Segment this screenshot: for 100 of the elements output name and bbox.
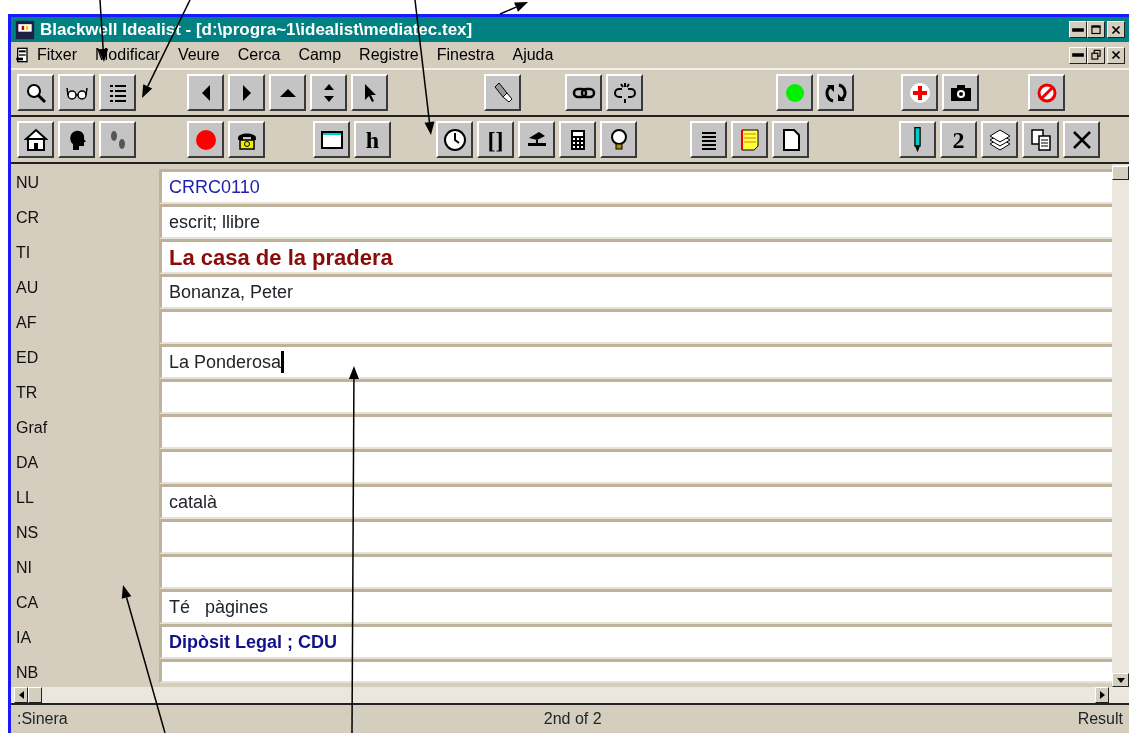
toolbar-button[interactable] bbox=[899, 121, 936, 158]
toolbar-button[interactable]: h bbox=[354, 121, 391, 158]
toolbar-button[interactable] bbox=[17, 74, 54, 111]
toolbar-button[interactable] bbox=[313, 121, 350, 158]
up-arrow-icon bbox=[279, 88, 296, 97]
toolbar-button[interactable]: 2 bbox=[940, 121, 977, 158]
field-input[interactable] bbox=[159, 659, 1112, 683]
close-button[interactable] bbox=[1107, 46, 1125, 64]
pen-icon bbox=[914, 126, 921, 153]
menu-item[interactable]: Veure bbox=[177, 43, 220, 67]
toolbar-button[interactable] bbox=[187, 74, 224, 111]
field-label: ED bbox=[15, 348, 40, 368]
vertical-scrollbar[interactable] bbox=[1112, 164, 1129, 687]
record-icon bbox=[193, 127, 218, 152]
field-input[interactable]: La Ponderosa bbox=[159, 344, 1112, 379]
toolbar-button[interactable] bbox=[817, 74, 854, 111]
toolbar-button[interactable] bbox=[559, 121, 596, 158]
scroll-thumb[interactable] bbox=[1112, 166, 1129, 180]
broken-link-icon bbox=[612, 80, 637, 105]
first-aid-icon bbox=[907, 80, 932, 105]
field-input[interactable]: català bbox=[159, 484, 1112, 519]
close-icon bbox=[1109, 48, 1123, 62]
toolbar-button[interactable] bbox=[436, 121, 473, 158]
menu-item[interactable]: Cerca bbox=[237, 43, 281, 67]
field-input[interactable]: Dipòsit Legal ; CDU bbox=[159, 624, 1112, 659]
paper-stack-icon bbox=[987, 127, 1012, 152]
toolbar-button[interactable] bbox=[901, 74, 938, 111]
scroll-left-icon bbox=[18, 691, 24, 699]
field-label: DA bbox=[15, 453, 40, 473]
toolbar-button[interactable] bbox=[600, 121, 637, 158]
toolbar-button[interactable] bbox=[606, 74, 643, 111]
field-input[interactable] bbox=[159, 519, 1112, 554]
left-arrow-icon bbox=[201, 84, 210, 101]
toolbar-button[interactable] bbox=[228, 121, 265, 158]
toolbar-button[interactable] bbox=[772, 121, 809, 158]
toolbar-button[interactable] bbox=[1028, 74, 1065, 111]
menu-item[interactable]: Fitxer bbox=[37, 43, 77, 67]
copy-icon bbox=[1028, 127, 1053, 152]
scroll-down-button[interactable] bbox=[1112, 673, 1129, 687]
toolbar-button[interactable] bbox=[187, 121, 224, 158]
status-text: Result bbox=[1077, 709, 1123, 729]
field-label: CR bbox=[15, 208, 41, 228]
minimize-button[interactable] bbox=[1069, 21, 1087, 38]
field-label: AF bbox=[15, 313, 38, 333]
field-input[interactable] bbox=[159, 414, 1112, 449]
toolbar-button[interactable]: [] bbox=[477, 121, 514, 158]
toolbar-button[interactable] bbox=[690, 121, 727, 158]
field-label: NI bbox=[15, 558, 33, 578]
toolbar-button[interactable] bbox=[58, 74, 95, 111]
restore-button[interactable] bbox=[1087, 46, 1105, 64]
menu-item[interactable]: Registre bbox=[359, 43, 419, 67]
toolbar-button[interactable] bbox=[776, 74, 813, 111]
horizontal-scrollbar[interactable] bbox=[11, 687, 1129, 705]
field-input[interactable]: Té pàgines bbox=[159, 589, 1112, 624]
toolbar-button[interactable] bbox=[1022, 121, 1059, 158]
field-input[interactable]: La casa de la pradera bbox=[159, 239, 1112, 274]
close-button[interactable] bbox=[1107, 21, 1125, 38]
toolbar-button[interactable] bbox=[351, 74, 388, 111]
field-label: CA bbox=[15, 593, 40, 613]
field-label: TR bbox=[15, 383, 39, 403]
field-input[interactable] bbox=[159, 449, 1112, 484]
field-label: Graf bbox=[15, 418, 49, 438]
menu-item[interactable]: Ajuda bbox=[512, 43, 554, 67]
field-label: NB bbox=[15, 663, 40, 683]
field-input[interactable] bbox=[159, 379, 1112, 414]
field-input[interactable] bbox=[159, 554, 1112, 589]
toolbar-button[interactable] bbox=[942, 74, 979, 111]
toolbar-button[interactable] bbox=[99, 121, 136, 158]
toolbar-button[interactable] bbox=[1063, 121, 1100, 158]
toolbar-button[interactable] bbox=[484, 74, 521, 111]
toolbar-button[interactable] bbox=[269, 74, 306, 111]
scroll-left-button[interactable] bbox=[14, 687, 28, 703]
minimize-button[interactable] bbox=[1069, 46, 1087, 64]
field-input[interactable]: Bonanza, Peter bbox=[159, 274, 1112, 309]
status-text: :Sinera bbox=[17, 709, 68, 729]
field-input[interactable]: escrit; llibre bbox=[159, 204, 1112, 239]
field-label: AU bbox=[15, 278, 40, 298]
toolbar-button[interactable] bbox=[17, 121, 54, 158]
toolbar-button[interactable] bbox=[518, 121, 555, 158]
toolbar-button[interactable] bbox=[58, 121, 95, 158]
maximize-button[interactable] bbox=[1087, 21, 1105, 38]
status-text: 2nd of 2 bbox=[543, 709, 602, 729]
field-label: NU bbox=[15, 173, 41, 193]
toolbar-button[interactable] bbox=[99, 74, 136, 111]
window-title: Blackwell Idealist - [d:\progra~1\idealist\mediatec.tex] bbox=[40, 18, 473, 41]
scroll-thumb[interactable] bbox=[28, 687, 42, 703]
house-icon bbox=[23, 127, 48, 152]
app-icon bbox=[15, 19, 35, 40]
field-label: IA bbox=[15, 628, 33, 648]
field-input[interactable] bbox=[159, 309, 1112, 344]
toolbar-button[interactable] bbox=[228, 74, 265, 111]
toolbar-button[interactable] bbox=[310, 74, 347, 111]
toolbar-button[interactable] bbox=[981, 121, 1018, 158]
restore-icon bbox=[1089, 48, 1103, 62]
scroll-right-button[interactable] bbox=[1095, 687, 1109, 703]
toolbar-button[interactable] bbox=[731, 121, 768, 158]
toolbar-button[interactable] bbox=[565, 74, 602, 111]
menu-item[interactable]: Finestra bbox=[436, 43, 495, 67]
menu-item[interactable]: Camp bbox=[298, 43, 342, 67]
field-input[interactable]: CRRC0110 bbox=[159, 169, 1112, 204]
